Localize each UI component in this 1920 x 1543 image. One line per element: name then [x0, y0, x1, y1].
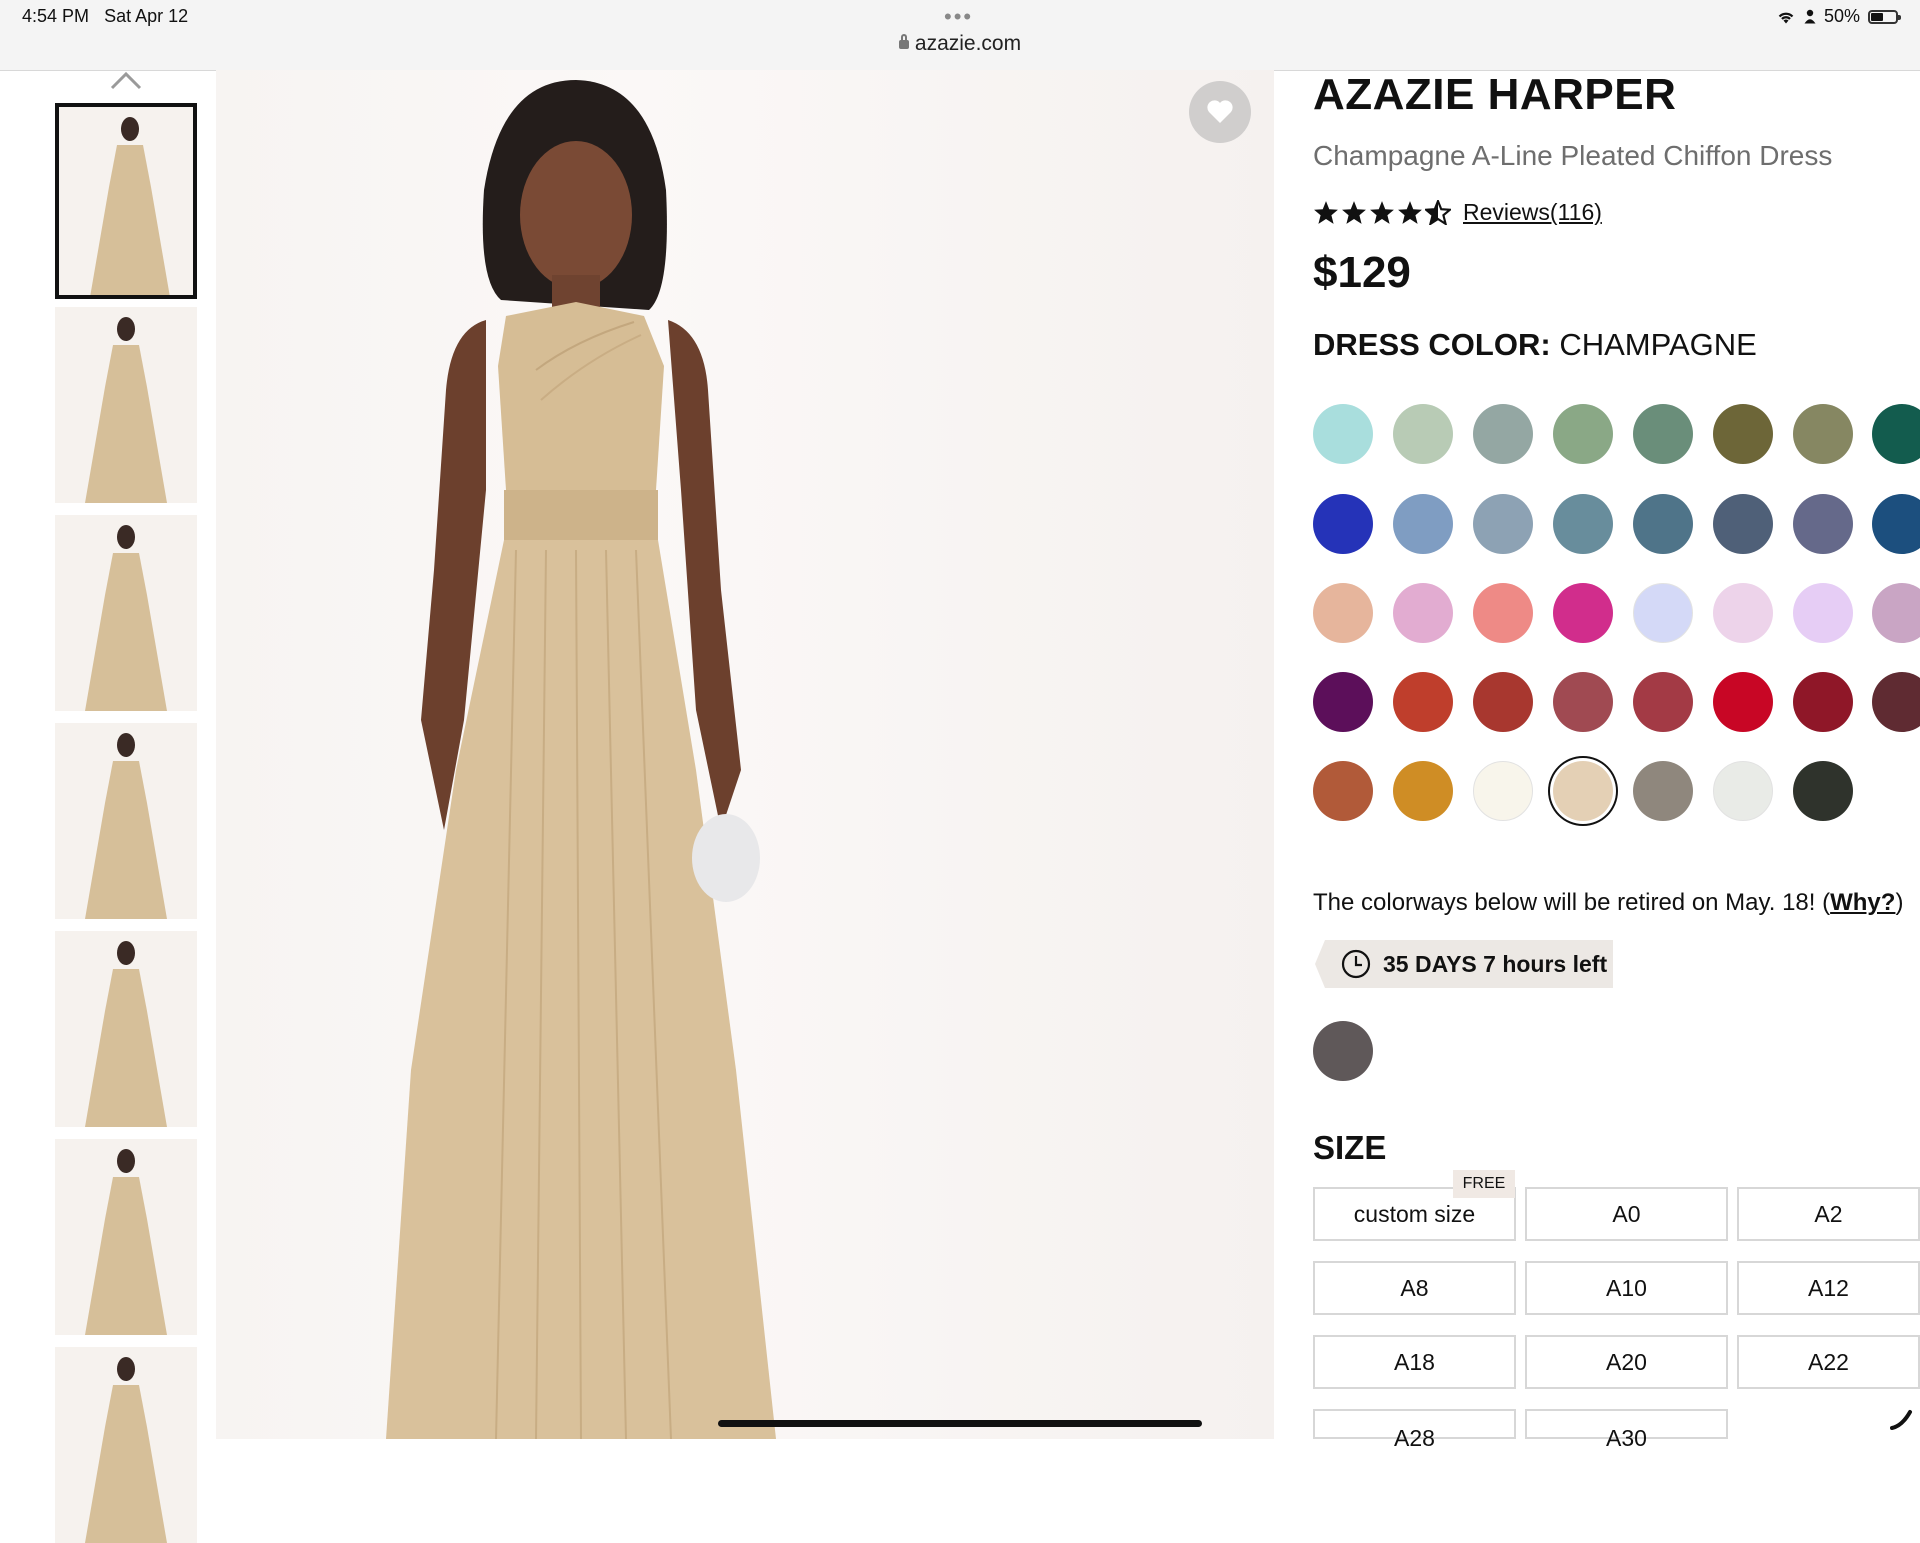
- color-swatch[interactable]: [1633, 494, 1693, 554]
- more-dots-icon[interactable]: •••: [944, 4, 973, 30]
- status-time: 4:54 PM Sat Apr 12: [22, 6, 189, 26]
- color-swatch[interactable]: [1553, 404, 1613, 464]
- color-swatch[interactable]: [1872, 494, 1920, 554]
- color-swatch[interactable]: [1313, 494, 1373, 554]
- size-option[interactable]: A22: [1737, 1335, 1920, 1389]
- size-option[interactable]: A18: [1313, 1335, 1516, 1389]
- color-swatch[interactable]: [1872, 583, 1920, 643]
- person-icon: [1804, 9, 1816, 24]
- star-half-icon: [1425, 200, 1451, 225]
- color-swatch[interactable]: [1713, 672, 1773, 732]
- color-swatch[interactable]: [1393, 761, 1453, 821]
- favorite-button[interactable]: [1189, 81, 1251, 143]
- star-icon: [1398, 201, 1422, 224]
- color-swatch[interactable]: [1473, 583, 1533, 643]
- color-swatch[interactable]: [1393, 404, 1453, 464]
- color-swatch[interactable]: [1313, 761, 1373, 821]
- reviews-link[interactable]: Reviews(116): [1463, 199, 1602, 226]
- color-swatch[interactable]: [1633, 672, 1693, 732]
- heart-icon: [1207, 100, 1233, 123]
- color-swatch[interactable]: [1793, 404, 1853, 464]
- clock-icon: [1341, 949, 1371, 979]
- wifi-icon: [1778, 12, 1794, 23]
- size-option[interactable]: A0: [1525, 1187, 1728, 1241]
- color-swatch[interactable]: [1313, 404, 1373, 464]
- color-swatch[interactable]: [1713, 404, 1773, 464]
- color-swatch[interactable]: [1473, 761, 1533, 821]
- size-option[interactable]: A12: [1737, 1261, 1920, 1315]
- battery-percent: 50%: [1823, 6, 1860, 26]
- phone-icon[interactable]: [1888, 1408, 1914, 1432]
- color-swatch[interactable]: [1633, 761, 1693, 821]
- countdown-text: 35 DAYS 7 hours left: [1383, 950, 1608, 977]
- color-swatch[interactable]: [1393, 672, 1453, 732]
- color-swatch[interactable]: [1553, 672, 1613, 732]
- color-swatch[interactable]: [1793, 761, 1853, 821]
- size-option[interactable]: A8: [1313, 1261, 1516, 1315]
- product-name: Champagne A-Line Pleated Chiffon Dress: [1313, 140, 1833, 171]
- color-swatch[interactable]: [1713, 761, 1773, 821]
- size-option[interactable]: A10: [1525, 1261, 1728, 1315]
- product-main-image[interactable]: [216, 70, 1274, 1439]
- size-option[interactable]: A30: [1525, 1409, 1728, 1451]
- size-option[interactable]: A28: [1313, 1409, 1516, 1451]
- gallery-thumbnail[interactable]: [55, 1347, 197, 1543]
- status-bar: 4:54 PM Sat Apr 12 ••• azazie.com 50%: [0, 0, 1920, 71]
- address-bar[interactable]: azazie.com: [0, 32, 1920, 56]
- color-swatch[interactable]: [1473, 494, 1533, 554]
- size-option[interactable]: A20: [1525, 1335, 1728, 1389]
- color-swatch[interactable]: [1633, 583, 1693, 643]
- gallery-thumbnail[interactable]: [55, 307, 197, 503]
- star-icon: [1370, 201, 1394, 224]
- size-option[interactable]: A2: [1737, 1187, 1920, 1241]
- url-text: azazie.com: [914, 32, 1022, 55]
- countdown-badge: 35 DAYS 7 hours left: [1315, 940, 1613, 988]
- color-swatch[interactable]: [1553, 494, 1613, 554]
- color-swatch[interactable]: [1393, 583, 1453, 643]
- chevron-up-icon[interactable]: [110, 70, 142, 90]
- color-swatch[interactable]: [1633, 404, 1693, 464]
- color-swatch[interactable]: [1393, 494, 1453, 554]
- color-swatch[interactable]: [1313, 672, 1373, 732]
- battery-icon: [1868, 9, 1901, 24]
- color-swatch[interactable]: [1872, 404, 1920, 464]
- status-indicators: 50%: [1776, 6, 1901, 27]
- size-label: SIZE: [1313, 1129, 1387, 1166]
- star-icon: [1314, 201, 1338, 224]
- product-brand: AZAZIE HARPER: [1313, 70, 1677, 119]
- color-swatch[interactable]: [1553, 583, 1613, 643]
- color-swatch[interactable]: [1793, 583, 1853, 643]
- dress-color-label: DRESS COLOR: CHAMPAGNE: [1313, 327, 1757, 362]
- color-swatch[interactable]: [1793, 494, 1853, 554]
- color-swatch[interactable]: [1872, 672, 1920, 732]
- color-swatch[interactable]: [1713, 583, 1773, 643]
- why-link[interactable]: Why?: [1830, 889, 1895, 916]
- gallery-thumbnail[interactable]: [55, 931, 197, 1127]
- rating-row: Reviews(116): [1313, 199, 1602, 226]
- color-swatch[interactable]: [1473, 404, 1533, 464]
- gallery-thumbnail[interactable]: [55, 723, 197, 919]
- color-swatch[interactable]: [1473, 672, 1533, 732]
- gallery-thumbnail[interactable]: [55, 1139, 197, 1335]
- gallery-thumbnail[interactable]: [55, 103, 197, 299]
- color-swatch[interactable]: [1313, 583, 1373, 643]
- gallery-thumbnail[interactable]: [55, 515, 197, 711]
- product-price: $129: [1313, 248, 1411, 297]
- model-figure: [386, 80, 776, 1439]
- color-swatch[interactable]: [1793, 672, 1853, 732]
- color-swatch[interactable]: [1713, 494, 1773, 554]
- retiring-color-swatch[interactable]: [1313, 1021, 1373, 1081]
- retire-notice: The colorways below will be retired on M…: [1313, 889, 1904, 916]
- home-indicator: [718, 1420, 1202, 1427]
- star-icon: [1342, 201, 1366, 224]
- color-swatch[interactable]: [1553, 761, 1613, 821]
- selected-color-name: CHAMPAGNE: [1559, 327, 1757, 362]
- rating-stars: [1313, 200, 1451, 225]
- free-badge: FREE: [1453, 1170, 1515, 1198]
- lock-icon: [898, 34, 909, 49]
